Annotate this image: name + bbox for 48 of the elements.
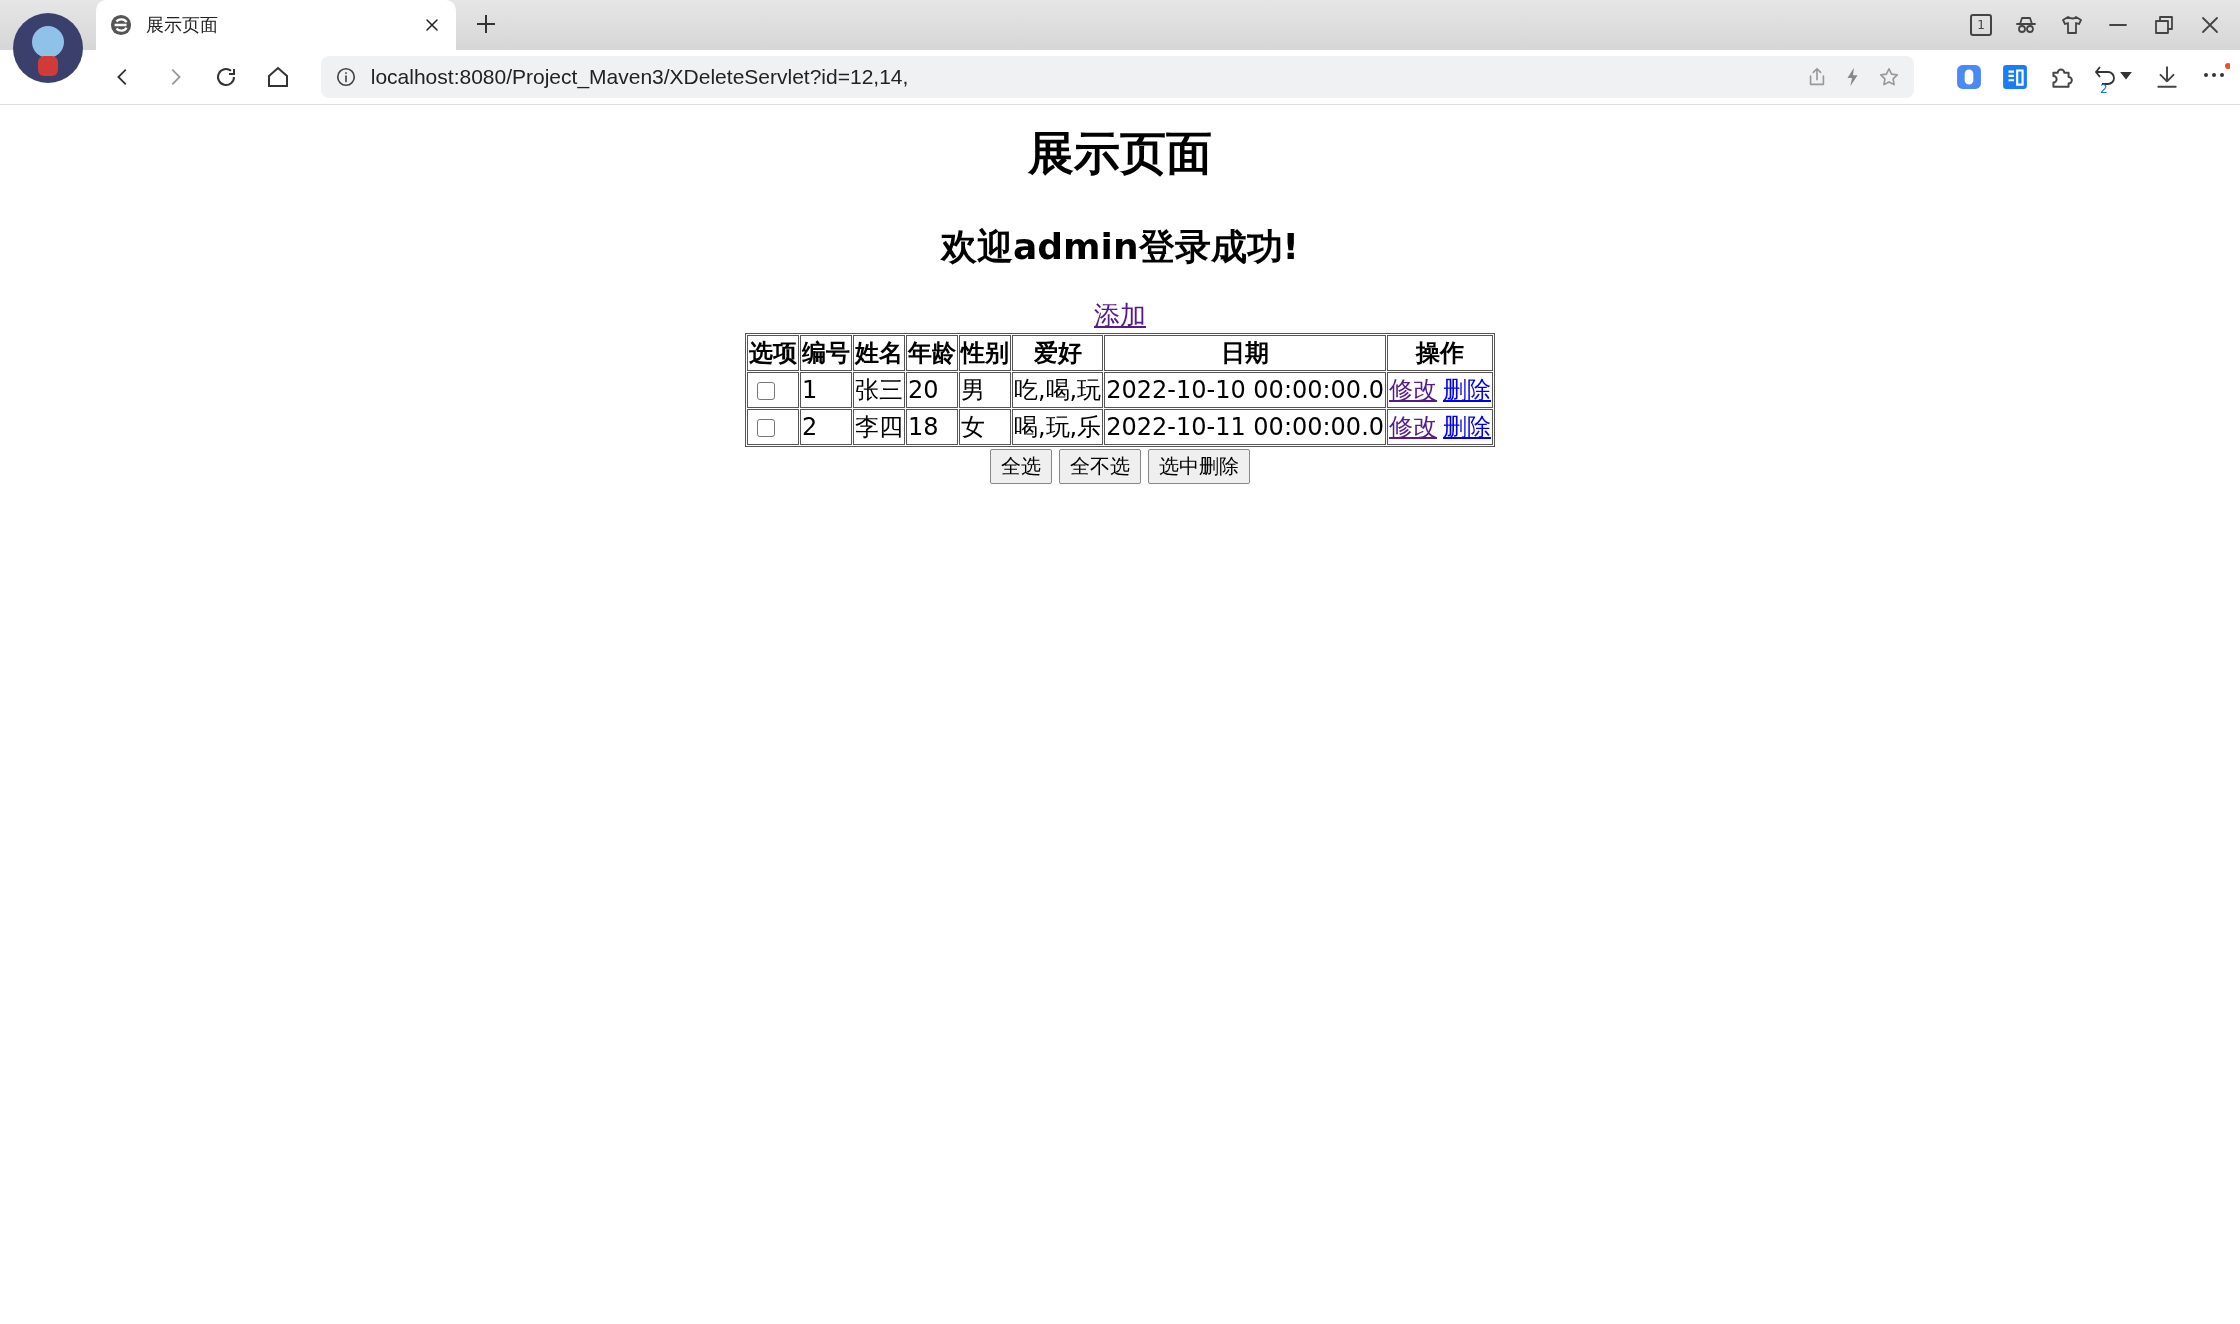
table-cell: 20 bbox=[905, 372, 958, 408]
shirt-icon[interactable] bbox=[2060, 13, 2084, 37]
row-checkbox[interactable] bbox=[756, 419, 775, 437]
column-header: 操作 bbox=[1387, 335, 1494, 371]
table-cell: 18 bbox=[905, 409, 958, 445]
column-header: 爱好 bbox=[1011, 335, 1104, 371]
url-text: localhost:8080/Project_Maven3/XDeleteServlet?id=12,14, bbox=[370, 65, 910, 89]
action-button[interactable]: 全选 bbox=[990, 449, 1052, 484]
restore-icon[interactable] bbox=[2152, 13, 2176, 37]
table-cell: 张三 bbox=[852, 372, 905, 408]
edit-link[interactable]: 修改 bbox=[1389, 411, 1438, 443]
edit-link[interactable]: 修改 bbox=[1389, 374, 1438, 406]
row-checkbox[interactable] bbox=[756, 382, 775, 400]
welcome-heading: 欢迎admin登录成功! bbox=[941, 225, 1299, 269]
browser-tab[interactable]: 展示页面 bbox=[96, 0, 456, 50]
star-icon[interactable] bbox=[1878, 66, 1900, 88]
browser-logo-icon bbox=[110, 14, 132, 36]
table-cell: 喝,玩,乐 bbox=[1011, 409, 1104, 445]
column-header: 姓名 bbox=[852, 335, 905, 371]
tab-counter[interactable]: 1 bbox=[1970, 14, 1992, 36]
table-cell: 1 bbox=[799, 372, 852, 408]
profile-avatar[interactable] bbox=[12, 12, 84, 84]
column-header: 年龄 bbox=[905, 335, 958, 371]
action-button[interactable]: 选中删除 bbox=[1148, 449, 1250, 484]
action-button[interactable]: 全不选 bbox=[1059, 449, 1141, 484]
translate-icon[interactable] bbox=[2002, 64, 2028, 90]
column-header: 选项 bbox=[746, 335, 799, 371]
table-cell: 2022-10-10 00:00:00.0 bbox=[1104, 372, 1387, 408]
table-cell: 李四 bbox=[852, 409, 905, 445]
column-header: 日期 bbox=[1104, 335, 1387, 371]
home-icon[interactable] bbox=[265, 65, 290, 89]
table-cell: 男 bbox=[958, 372, 1011, 408]
address-bar[interactable]: localhost:8080/Project_Maven3/XDeleteServlet?id=12,14, bbox=[320, 56, 1914, 98]
delete-link[interactable]: 删除 bbox=[1443, 411, 1492, 443]
column-header: 编号 bbox=[799, 335, 852, 371]
mouse-extension-icon[interactable] bbox=[1956, 64, 1982, 90]
table-cell: 女 bbox=[958, 409, 1011, 445]
info-icon[interactable] bbox=[334, 66, 357, 88]
column-header: 性别 bbox=[958, 335, 1011, 371]
table-cell: 2022-10-11 00:00:00.0 bbox=[1104, 409, 1387, 445]
table-cell: 2 bbox=[799, 409, 852, 445]
download-icon[interactable] bbox=[2154, 64, 2180, 90]
page-title: 展示页面 bbox=[1028, 125, 1212, 182]
table-cell: 吃,喝,玩 bbox=[1011, 372, 1104, 408]
undo-button[interactable]: 2 bbox=[2094, 62, 2134, 92]
delete-link[interactable]: 删除 bbox=[1443, 374, 1492, 406]
add-link[interactable]: 添加 bbox=[1094, 298, 1146, 333]
tab-title: 展示页面 bbox=[146, 13, 219, 37]
